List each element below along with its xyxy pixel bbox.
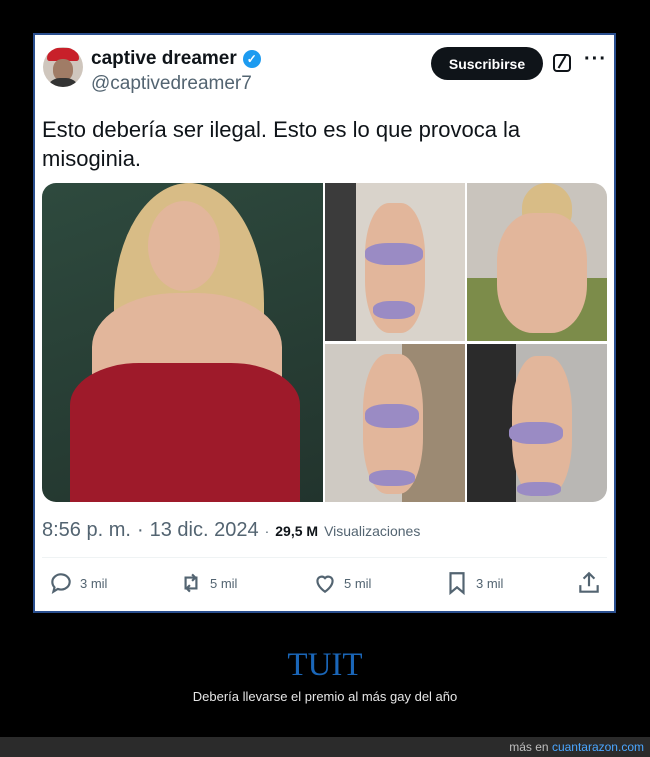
bikini-bottom-shape <box>517 482 561 496</box>
bikini-bottom-shape <box>369 470 415 486</box>
grok-icon[interactable] <box>553 54 571 72</box>
author-name[interactable]: captive dreamer <box>91 48 237 70</box>
bookmark-button[interactable]: 3 mil <box>444 570 503 596</box>
footer-link[interactable]: cuantarazon.com <box>552 740 644 754</box>
tweet-text: Esto debería ser ilegal. Esto es lo que … <box>42 117 521 171</box>
bikini-top-shape <box>365 243 423 265</box>
subscribe-button[interactable]: Suscribirse <box>431 47 543 80</box>
author-name-row[interactable]: captive dreamer ✓ <box>91 48 261 70</box>
media-image-1[interactable] <box>42 183 323 502</box>
footer-text: más en cuantarazon.com <box>509 740 644 754</box>
avatar-body <box>46 78 80 87</box>
like-button[interactable]: 5 mil <box>312 570 371 596</box>
footer-prefix: más en <box>509 740 549 754</box>
retweet-count: 5 mil <box>210 575 238 591</box>
tweet-card: captive dreamer ✓ @captivedreamer7 Suscr… <box>33 33 616 613</box>
like-icon <box>316 575 334 593</box>
reply-count: 3 mil <box>80 575 108 591</box>
views-label: Visualizaciones <box>324 523 421 539</box>
reply-icon <box>51 573 71 595</box>
retweet-button[interactable]: 5 mil <box>178 570 237 596</box>
divider <box>42 557 607 558</box>
views-count: 29,5 M <box>275 523 319 539</box>
meta-separator: · <box>136 519 144 541</box>
red-dress-shape <box>70 363 300 502</box>
share-button[interactable] <box>576 570 602 596</box>
tweet-time[interactable]: 8:56 p. m. <box>42 519 131 542</box>
share-icon <box>579 571 599 593</box>
caption-title: TUIT <box>287 647 363 683</box>
author-handle[interactable]: @captivedreamer7 <box>91 73 252 95</box>
views-separator: · <box>264 523 270 539</box>
verified-badge-icon: ✓ <box>242 50 261 68</box>
bookmark-count: 3 mil <box>476 575 504 591</box>
reply-button[interactable]: 3 mil <box>48 570 107 596</box>
face-shape <box>148 201 220 291</box>
footer-bar: más en cuantarazon.com <box>0 737 650 757</box>
bikini-top-shape <box>365 404 419 428</box>
more-icon[interactable]: ··· <box>584 48 607 71</box>
media-grid[interactable] <box>42 183 607 502</box>
bookmark-icon <box>449 572 465 596</box>
tweet-date[interactable]: 13 dic. 2024 <box>150 519 259 542</box>
media-image-2[interactable] <box>325 183 465 341</box>
tweet-meta: 8:56 p. m. · 13 dic. 2024 · 29,5 M Visua… <box>42 519 420 542</box>
media-image-4[interactable] <box>325 344 465 502</box>
figure-shape <box>497 213 587 333</box>
bikini-bottom-shape <box>373 301 415 319</box>
media-image-5[interactable] <box>467 344 607 502</box>
like-count: 5 mil <box>344 575 372 591</box>
avatar[interactable] <box>43 47 83 87</box>
media-image-3[interactable] <box>467 183 607 341</box>
bikini-top-shape <box>509 422 563 444</box>
caption-subtitle: Debería llevarse el premio al más gay de… <box>192 689 458 704</box>
retweet-icon <box>184 573 198 593</box>
